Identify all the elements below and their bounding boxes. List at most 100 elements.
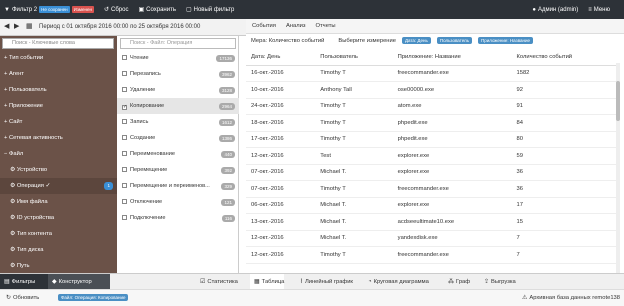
measure-select[interactable]: Мера: Количество событий [251, 38, 324, 44]
tab-table[interactable]: ▦ Таблица [250, 274, 285, 290]
checkbox[interactable] [122, 151, 127, 156]
tab-export[interactable]: ⇪ Выгрузка [480, 274, 516, 290]
events-table: Дата: День Пользователь Приложение: Назв… [246, 49, 618, 264]
nav-right-icon[interactable]: ▶ [14, 22, 19, 30]
left-item[interactable]: + Сайт [0, 114, 117, 130]
table-row[interactable]: 07-окт.-2016 Timothy Tfreecommander.exe 36 [246, 180, 618, 198]
reset-button[interactable]: ↺ Сброс [104, 6, 128, 14]
refresh-button[interactable]: ↻ Обновить [6, 294, 39, 301]
column-header[interactable]: Пользователь [315, 49, 393, 66]
left-subitem[interactable]: ⚙ Имя файла [0, 194, 117, 210]
value-row[interactable]: Запись 1612 [117, 114, 239, 130]
checkbox[interactable] [122, 55, 127, 60]
checkbox-checked[interactable]: ✓ [122, 105, 127, 110]
checkbox[interactable] [122, 119, 127, 124]
left-item[interactable]: + Агент [0, 66, 117, 82]
dimension-chip[interactable]: Приложение: Название [478, 37, 534, 44]
tab-line-chart[interactable]: ⌇ Линейный график [296, 274, 353, 290]
left-subitem[interactable]: ⚙ Тип контента [0, 226, 117, 242]
checkbox[interactable] [122, 215, 127, 220]
checkbox[interactable] [122, 199, 127, 204]
active-filter-chip[interactable]: Файл: Операция: Копирование [58, 294, 129, 301]
filters-icon: ▤ [4, 279, 10, 285]
table-row[interactable]: 07-окт.-2016 Michael T. explorer.exe 36 [246, 164, 618, 181]
table-row[interactable]: 12-окт.-2016 Michael T. yandexdisk.exe 7 [246, 230, 618, 247]
left-item[interactable]: + Приложение [0, 98, 117, 114]
value-row-selected[interactable]: ✓ Копирование 2964 [117, 98, 239, 114]
save-button[interactable]: ▣ Сохранить [138, 6, 176, 14]
user-icon: ● [532, 6, 536, 13]
value-row[interactable]: Перемещение и переименов... 329 [117, 178, 239, 194]
tab-graph[interactable]: ⁂ Граф [444, 274, 470, 290]
value-row[interactable]: Перемещение 392 [117, 162, 239, 178]
left-subitem[interactable]: ⚙ Тип диска [0, 242, 117, 258]
tab-events[interactable]: События [252, 23, 276, 29]
column-header[interactable]: Количество событий [511, 49, 618, 66]
value-row[interactable]: Отключение 121 [117, 194, 239, 210]
filter-title[interactable]: ▼ Фильтр 2 Не сохранен Изменен [4, 6, 94, 13]
column-header[interactable]: Приложение: Название [392, 49, 512, 66]
table-row[interactable]: 12-окт.-2016 Timothy Tfreecommander.exe 7 [246, 246, 618, 264]
filter-icon: ▼ [4, 6, 10, 13]
graph-icon: ⁂ [448, 279, 454, 285]
main-tabs: События Анализ Отчеты [246, 19, 624, 34]
table-row[interactable]: 10-окт.-2016 Anthony Tall ose00000.exe 92 [246, 81, 618, 99]
tab-constructor[interactable]: ◆ Конструктор [48, 274, 110, 290]
left-item[interactable]: + Пользователь [0, 82, 117, 98]
operation-search-input[interactable]: Поиск - Файл: Операция [120, 38, 236, 49]
checkbox[interactable] [122, 183, 127, 188]
left-panel: Поиск - Ключевые слова + Тип событии + А… [0, 36, 117, 273]
period-text[interactable]: Период с 01 октября 2016 00:00 по 25 окт… [39, 22, 200, 33]
main-menu[interactable]: ≡ Меню [588, 7, 610, 13]
value-row[interactable]: Перезапись 3962 [117, 66, 239, 82]
calendar-icon[interactable]: ▦ [26, 22, 33, 30]
table-scrollbar[interactable] [616, 63, 620, 273]
tab-pie-chart[interactable]: ◔ Круговая диаграмма [364, 274, 429, 290]
tab-statistics[interactable]: ☑ Статистика [196, 274, 238, 290]
tab-filters[interactable]: ▤ Фильтры [0, 274, 48, 290]
value-row[interactable]: Чтение 17136 [117, 50, 239, 66]
table-row[interactable]: 18-окт.-2016 Timothy Tphpedit.exe 84 [246, 114, 618, 132]
checkbox[interactable] [122, 167, 127, 172]
pie-chart-icon: ◔ [368, 279, 372, 285]
left-subitem[interactable]: ⚙ ID устройства [0, 210, 117, 226]
left-item[interactable]: − Файл [0, 146, 117, 162]
scroll-thumb[interactable] [616, 81, 620, 121]
menu-icon: ≡ [588, 6, 592, 13]
left-item[interactable]: + Сетевая активность [0, 130, 117, 146]
value-row[interactable]: Удаление 3128 [117, 82, 239, 98]
main-panel: События Анализ Отчеты Мера: Количество с… [246, 19, 624, 273]
count-badge: 1 [104, 182, 113, 190]
table-row[interactable]: 06-окт.-2016 Michael T. explorer.exe 17 [246, 197, 618, 214]
table-row[interactable]: 17-окт.-2016 Timothy Tphpedit.exe 80 [246, 131, 618, 148]
refresh-icon: ↻ [6, 295, 12, 301]
nav-left-icon[interactable]: ◀ [4, 22, 9, 30]
left-item[interactable]: + Тип событии [0, 50, 117, 66]
dimension-select[interactable]: Выберите измерение [338, 38, 396, 44]
measure-bar: Мера: Количество событий Выберите измере… [246, 34, 624, 47]
dimension-chip[interactable]: Пользователь [436, 37, 473, 44]
tab-analysis[interactable]: Анализ [286, 23, 306, 29]
left-subitem-selected[interactable]: ⚙ Операция ✓ 1 [0, 178, 117, 194]
checkbox[interactable] [122, 71, 127, 76]
keyword-search-input[interactable]: Поиск - Ключевые слова [2, 38, 114, 49]
tab-reports[interactable]: Отчеты [316, 23, 336, 29]
table-row[interactable]: 24-окт.-2016 Timothy Tatom.exe 91 [246, 98, 618, 115]
dimension-chip[interactable]: Дата: День [401, 37, 431, 44]
left-subitem[interactable]: ⚙ Путь [0, 258, 117, 274]
table-row[interactable]: 12-окт.-2016 Test explorer.exe 59 [246, 147, 618, 165]
checkbox[interactable] [122, 135, 127, 140]
column-header[interactable]: Дата: День [246, 49, 316, 66]
left-subitem[interactable]: ⚙ Устройство [0, 162, 117, 178]
new-filter-button[interactable]: ▢ Новый фильтр [186, 6, 234, 14]
bottom-tabs: ▤ Фильтры ◆ Конструктор ☑ Статистика ▦ Табли… [0, 273, 624, 290]
value-row[interactable]: Подключение 116 [117, 210, 239, 226]
value-row[interactable]: Переименование 440 [117, 146, 239, 162]
table-row[interactable]: 16-окт.-2016 Timothy Tfreecommander.exe 15… [246, 65, 618, 82]
value-row[interactable]: Создание 1386 [117, 130, 239, 146]
user-menu[interactable]: ● Админ (admin) [532, 7, 578, 13]
warning-icon: ⚠ [521, 295, 528, 301]
table-row[interactable]: 13-окт.-2016 Michael T. acdseeultimate10.e… [246, 213, 618, 231]
checkbox[interactable] [122, 87, 127, 92]
changed-badge: Изменен [71, 6, 94, 13]
